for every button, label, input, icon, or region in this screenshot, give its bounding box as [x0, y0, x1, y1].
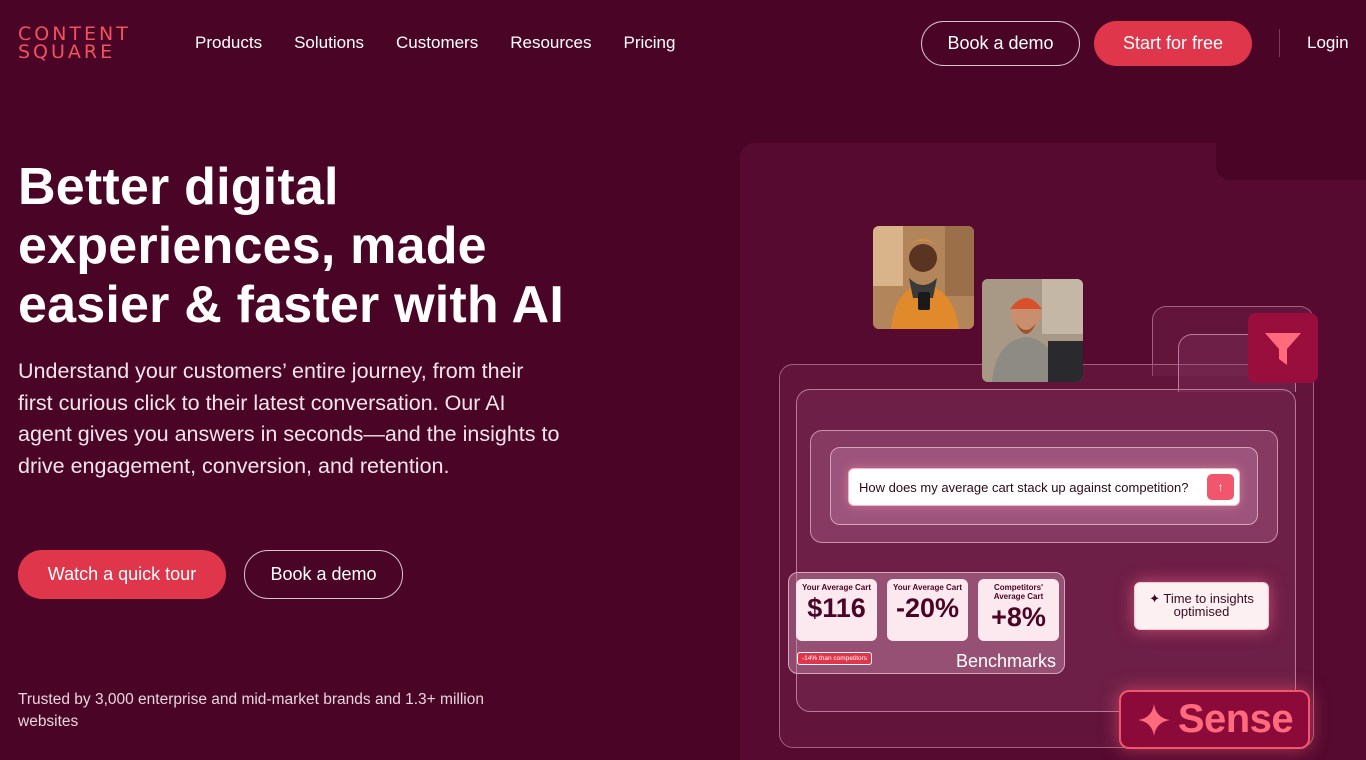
stat-label: Your Average Cart	[892, 583, 963, 592]
competitor-delta-badge: -14% than competitors	[797, 652, 873, 665]
hero-title: Better digital experiences, made easier …	[18, 158, 564, 334]
contentsquare-logo[interactable]: CONTENT SQUARE	[18, 25, 131, 63]
top-nav: CONTENT SQUARE Products Solutions Custom…	[0, 0, 1366, 86]
stat-competitors-average-cart: Competitors' Average Cart +8%	[978, 579, 1059, 641]
watch-tour-button[interactable]: Watch a quick tour	[18, 550, 226, 599]
stat-average-cart-change: Your Average Cart -20%	[887, 579, 968, 641]
nav-book-demo-button[interactable]: Book a demo	[921, 21, 1080, 66]
stat-value: $116	[807, 593, 866, 623]
nav-resources[interactable]: Resources	[510, 33, 591, 53]
stat-label: Competitors' Average Cart	[993, 583, 1044, 601]
time-to-insights-card: ✦ Time to insights optimised	[1134, 582, 1269, 630]
hero-book-demo-button[interactable]: Book a demo	[244, 550, 403, 599]
send-arrow-icon[interactable]: ↑	[1207, 474, 1234, 500]
nav-divider	[1279, 29, 1280, 57]
funnel-icon	[1248, 313, 1318, 383]
benchmarks-card: Your Average Cart $116 Your Average Cart…	[788, 572, 1065, 674]
nav-links: Products Solutions Customers Resources P…	[195, 33, 675, 53]
logo-line-2: SQUARE	[18, 41, 116, 63]
stat-value: -20%	[895, 593, 960, 623]
nav-products[interactable]: Products	[195, 33, 262, 53]
customer-photo-man	[982, 279, 1083, 382]
nav-solutions[interactable]: Solutions	[294, 33, 364, 53]
nav-pricing[interactable]: Pricing	[623, 33, 675, 53]
nav-start-free-button[interactable]: Start for free	[1094, 21, 1252, 66]
stat-value: +8%	[991, 602, 1046, 632]
sparkle-icon: ✦	[1149, 591, 1160, 606]
stat-your-average-cart: Your Average Cart $116	[796, 579, 877, 641]
ai-question-text: How does my average cart stack up agains…	[859, 480, 1189, 495]
customer-photo-woman	[873, 226, 974, 329]
sparkle-icon	[1137, 703, 1170, 736]
sense-label: Sense	[1177, 697, 1294, 741]
benchmarks-label: Benchmarks	[955, 651, 1056, 671]
nav-customers[interactable]: Customers	[396, 33, 478, 53]
nav-login-link[interactable]: Login	[1307, 33, 1349, 53]
ai-question-input[interactable]: How does my average cart stack up agains…	[848, 468, 1240, 506]
trusted-by-text: Trusted by 3,000 enterprise and mid-mark…	[18, 691, 484, 730]
hero-subtitle: Understand your customers’ entire journe…	[18, 359, 560, 478]
stat-label: Your Average Cart	[801, 583, 872, 592]
insights-text: Time to insights optimised	[1163, 591, 1254, 619]
sense-ai-badge: Sense	[1119, 690, 1310, 749]
panel-notch	[1216, 143, 1366, 180]
